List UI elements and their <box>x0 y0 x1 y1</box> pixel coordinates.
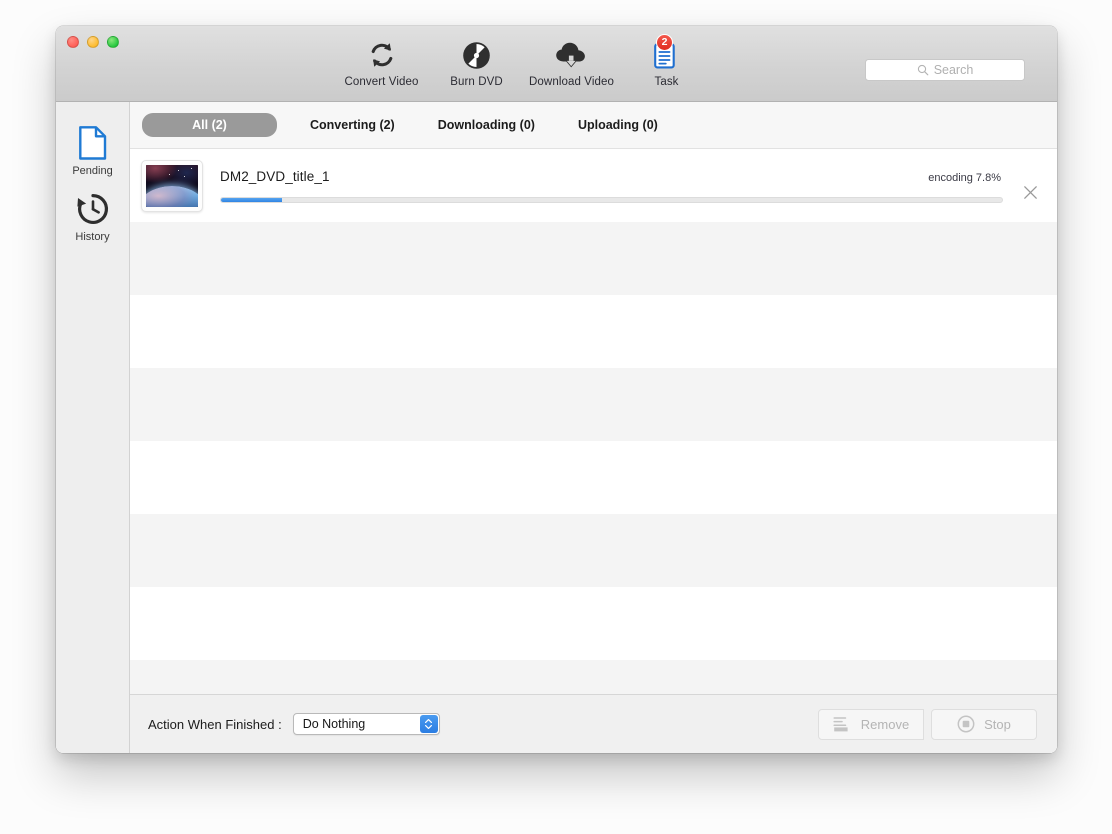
task-status: encoding 7.8% <box>928 171 1001 184</box>
tab-all[interactable]: All (2) <box>142 113 277 137</box>
stop-button-label: Stop <box>984 716 1011 732</box>
table-row <box>130 222 1057 295</box>
toolbar-task[interactable]: 2 Task <box>619 34 714 88</box>
app-window: Convert Video Burn DVD Download Video 2 … <box>56 26 1057 753</box>
table-row <box>130 587 1057 660</box>
task-list[interactable]: DM2_DVD_title_1 encoding 7.8% <box>130 149 1057 694</box>
search-placeholder: Search <box>933 63 974 77</box>
window-body: Pending History All (2) Converting (2) D… <box>56 102 1057 753</box>
task-clipboard-icon: 2 <box>653 34 680 72</box>
close-window-button[interactable] <box>67 36 79 48</box>
table-row <box>130 514 1057 587</box>
toolbar-download-video[interactable]: Download Video <box>524 34 619 88</box>
sidebar: Pending History <box>56 102 130 753</box>
minimize-window-button[interactable] <box>87 36 99 48</box>
burn-dvd-icon <box>462 38 491 72</box>
toolbar-label: Convert Video <box>344 76 419 88</box>
tab-converting[interactable]: Converting (2) <box>300 113 405 137</box>
action-when-finished-label: Action When Finished : <box>148 716 282 732</box>
task-progress-bar <box>220 196 1003 203</box>
task-item[interactable]: DM2_DVD_title_1 encoding 7.8% <box>130 149 1057 222</box>
sidebar-item-label: Pending <box>72 165 113 177</box>
sidebar-item-history[interactable]: History <box>56 182 129 248</box>
tab-bar: All (2) Converting (2) Downloading (0) U… <box>130 102 1057 149</box>
toolbar-label: Task <box>654 76 679 88</box>
task-thumbnail <box>141 159 203 212</box>
bottom-action-bar: Action When Finished : Do Nothing Remove… <box>130 694 1057 753</box>
close-x-icon[interactable] <box>1017 180 1043 206</box>
toolbar-convert-video[interactable]: Convert Video <box>334 34 429 88</box>
stop-button[interactable]: Stop <box>931 708 1037 740</box>
remove-button-label: Remove <box>860 716 910 732</box>
toolbar: Convert Video Burn DVD Download Video 2 … <box>56 26 1057 102</box>
clock-history-icon <box>76 189 110 229</box>
download-video-icon <box>555 38 588 72</box>
toolbar-label: Download Video <box>529 76 614 88</box>
toolbar-label: Burn DVD <box>450 76 503 88</box>
stepper-updown-icon[interactable] <box>419 715 438 733</box>
table-row[interactable]: DM2_DVD_title_1 encoding 7.8% <box>130 149 1057 222</box>
toolbar-items: Convert Video Burn DVD Download Video 2 … <box>334 34 714 88</box>
document-page-icon <box>78 123 108 163</box>
table-row <box>130 660 1057 694</box>
toolbar-burn-dvd[interactable]: Burn DVD <box>429 34 524 88</box>
task-badge-count: 2 <box>656 34 673 51</box>
select-value: Do Nothing <box>302 717 366 731</box>
maximize-window-button[interactable] <box>107 36 119 48</box>
action-when-finished-select[interactable]: Do Nothing <box>292 713 440 735</box>
sidebar-item-pending[interactable]: Pending <box>56 116 129 182</box>
remove-list-icon <box>833 716 852 733</box>
table-row <box>130 295 1057 368</box>
remove-button[interactable]: Remove <box>818 708 924 740</box>
search-input[interactable]: Search <box>865 59 1025 81</box>
bottom-buttons: Remove Stop <box>818 708 1037 740</box>
table-row <box>130 368 1057 441</box>
search-icon <box>917 64 929 76</box>
task-title: DM2_DVD_title_1 <box>220 168 330 184</box>
content-area: All (2) Converting (2) Downloading (0) U… <box>130 102 1057 753</box>
tab-downloading[interactable]: Downloading (0) <box>428 113 545 137</box>
sidebar-item-label: History <box>75 231 110 243</box>
table-row <box>130 441 1057 514</box>
traffic-lights <box>67 36 119 48</box>
task-details: DM2_DVD_title_1 encoding 7.8% <box>220 160 1003 212</box>
tab-uploading[interactable]: Uploading (0) <box>568 113 668 137</box>
convert-video-icon <box>367 38 397 72</box>
stop-circle-icon <box>957 715 975 733</box>
